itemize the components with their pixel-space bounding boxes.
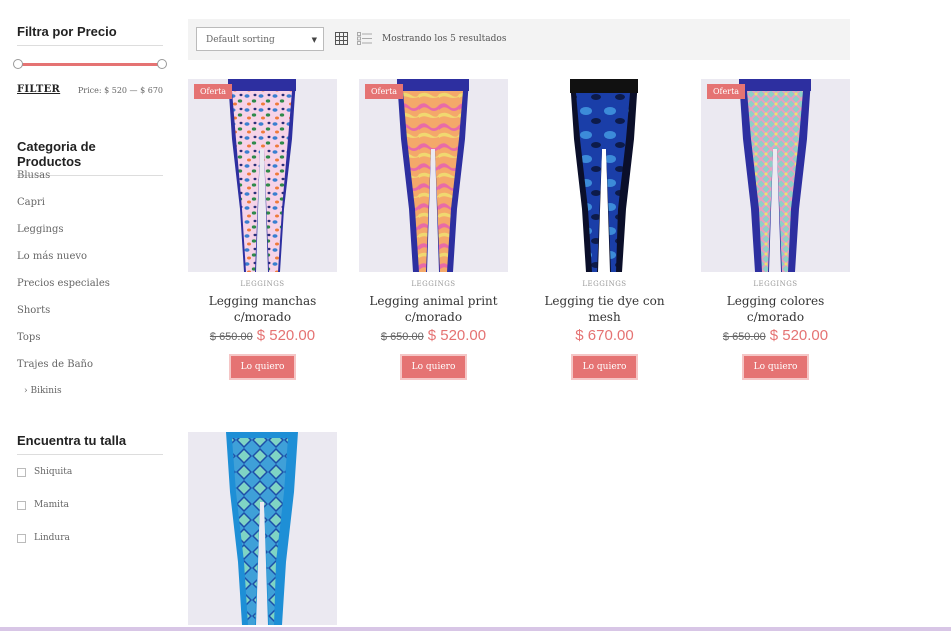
category-item-tops[interactable]: Tops xyxy=(17,332,110,359)
lo-quiero-button[interactable]: Lo quiero xyxy=(399,354,468,380)
colorful-leggings-image xyxy=(701,79,850,272)
product-price: $ 670.00 xyxy=(530,327,679,345)
category-item-trajes-de-bano[interactable]: Trajes de Baño xyxy=(17,359,110,386)
size-option[interactable]: Lindura xyxy=(17,533,72,566)
category-item-precios-especiales[interactable]: Precios especiales xyxy=(17,278,110,305)
leopard-print-leggings-image xyxy=(188,79,337,272)
bottom-scrollbar[interactable] xyxy=(0,627,951,631)
tie-dye-leggings-image xyxy=(530,79,679,272)
product-category[interactable]: LEGGINGS xyxy=(188,280,337,288)
category-item-leggings[interactable]: Leggings xyxy=(17,224,110,251)
product-card xyxy=(188,432,337,625)
price-slider-max-handle[interactable] xyxy=(157,59,167,69)
checkbox[interactable] xyxy=(17,501,26,510)
old-price: $ 650.00 xyxy=(209,331,253,343)
product-name[interactable]: Legging animal print c/morado xyxy=(359,293,508,325)
product-price: $ 650.00 $ 520.00 xyxy=(188,327,337,345)
product-price: $ 650.00 $ 520.00 xyxy=(359,327,508,345)
product-category[interactable]: LEGGINGS xyxy=(701,280,850,288)
size-label: Mamita xyxy=(34,500,69,510)
product-price: $ 650.00 $ 520.00 xyxy=(701,327,850,345)
product-name[interactable]: Legging colores c/morado xyxy=(701,293,850,325)
sort-select[interactable]: Default sorting ▼ xyxy=(196,27,324,51)
checkbox[interactable] xyxy=(17,468,26,477)
lo-quiero-button[interactable]: Lo quiero xyxy=(228,354,297,380)
product-card: Oferta LEGGINGS Legging manchas c/morado… xyxy=(188,79,337,380)
category-item-lo-mas-nuevo[interactable]: Lo más nuevo xyxy=(17,251,110,278)
category-item-shorts[interactable]: Shorts xyxy=(17,305,110,332)
price-range-label: Price: $ 520 — $ 670 xyxy=(77,86,163,95)
filter-button[interactable]: FILTER xyxy=(17,84,60,95)
size-label: Shiquita xyxy=(34,467,73,477)
size-option[interactable]: Shiquita xyxy=(17,467,72,500)
old-price: $ 650.00 xyxy=(380,331,424,343)
product-card: Oferta LEGGINGS Legging animal print c/m… xyxy=(359,79,508,380)
shop-toolbar: Default sorting ▼ Mostrando los 5 result… xyxy=(188,19,850,60)
category-item-bikinis[interactable]: › Bikinis xyxy=(17,386,110,413)
old-price: $ 650.00 xyxy=(722,331,766,343)
product-image[interactable]: Oferta xyxy=(359,79,508,272)
sale-price: $ 520.00 xyxy=(256,327,316,344)
product-image[interactable]: Oferta xyxy=(701,79,850,272)
checkbox[interactable] xyxy=(17,534,26,543)
result-count: Mostrando los 5 resultados xyxy=(382,34,507,44)
size-option[interactable]: Mamita xyxy=(17,500,72,533)
product-image[interactable] xyxy=(188,432,337,625)
price-slider-min-handle[interactable] xyxy=(13,59,23,69)
size-label: Lindura xyxy=(34,533,70,543)
product-category[interactable]: LEGGINGS xyxy=(359,280,508,288)
sale-badge: Oferta xyxy=(707,84,746,99)
list-view-icon[interactable] xyxy=(357,32,372,45)
product-name[interactable]: Legging tie dye con mesh xyxy=(530,293,679,325)
size-title: Encuentra tu talla xyxy=(17,433,163,455)
product-card: LEGGINGS Legging tie dye con mesh $ 670.… xyxy=(530,79,679,380)
lo-quiero-button[interactable]: Lo quiero xyxy=(741,354,810,380)
animal-print-leggings-image xyxy=(359,79,508,272)
price-filter-title: Filtra por Precio xyxy=(17,24,163,46)
grid-view-icon[interactable] xyxy=(335,32,348,45)
sale-badge: Oferta xyxy=(194,84,233,99)
sort-select-value: Default sorting xyxy=(206,35,275,45)
product-image[interactable]: Oferta xyxy=(188,79,337,272)
size-list: Shiquita Mamita Lindura xyxy=(17,467,72,566)
snake-print-leggings-image xyxy=(188,432,337,625)
sale-price: $ 520.00 xyxy=(427,327,487,344)
sale-price: $ 520.00 xyxy=(769,327,829,344)
product-name[interactable]: Legging manchas c/morado xyxy=(188,293,337,325)
category-item-blusas[interactable]: Blusas xyxy=(17,170,110,197)
chevron-down-icon: ▼ xyxy=(311,36,317,44)
product-card: Oferta LEGGINGS Legging colores c/morado… xyxy=(701,79,850,380)
product-category[interactable]: LEGGINGS xyxy=(530,280,679,288)
price: $ 670.00 xyxy=(575,327,634,344)
lo-quiero-button[interactable]: Lo quiero xyxy=(570,354,639,380)
price-slider[interactable] xyxy=(13,59,167,69)
sale-badge: Oferta xyxy=(365,84,404,99)
product-image[interactable] xyxy=(530,79,679,272)
category-item-capri[interactable]: Capri xyxy=(17,197,110,224)
category-list: Blusas Capri Leggings Lo más nuevo Preci… xyxy=(17,170,110,413)
